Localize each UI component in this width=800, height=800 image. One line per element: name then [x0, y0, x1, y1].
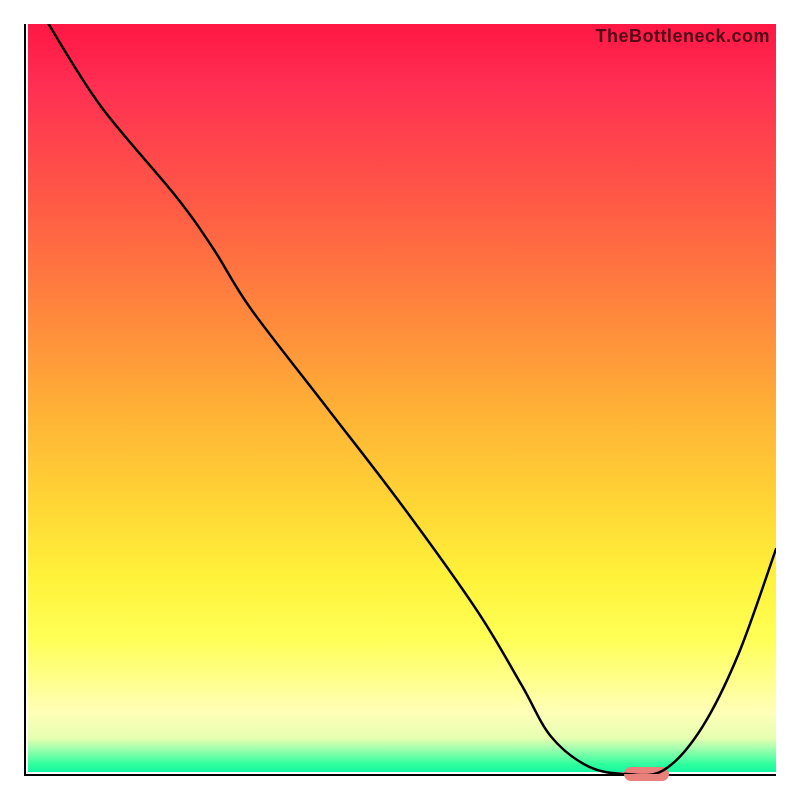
xlim-max: 100 — [0, 0, 1, 1]
optimal-range-marker — [624, 767, 670, 781]
xlim: 0 — [0, 0, 1, 1]
plot-area: TheBottleneck.com — [24, 24, 776, 776]
chart-type: line — [0, 0, 1, 1]
gradient-background — [28, 24, 776, 772]
ylim-max: 100 — [0, 0, 1, 1]
watermark-label: TheBottleneck.com — [595, 26, 770, 47]
ylim: 0 — [0, 0, 1, 1]
